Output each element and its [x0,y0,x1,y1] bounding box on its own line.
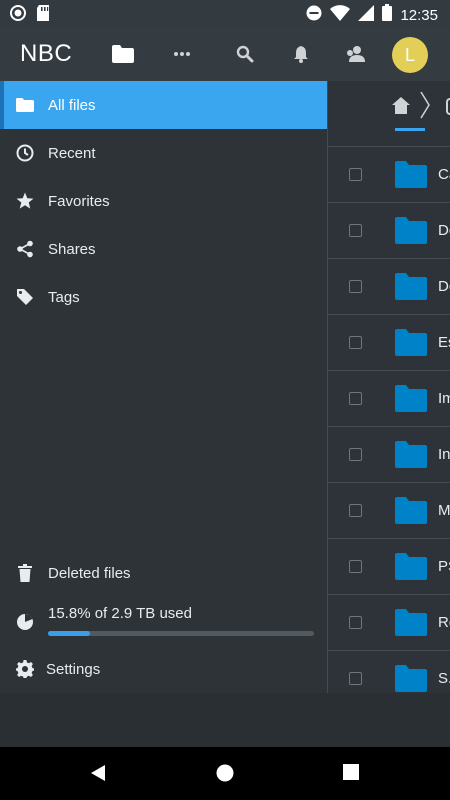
quota-text: 15.8% of 2.9 TB used [48,605,192,622]
row-checkbox[interactable] [349,672,362,685]
clock-time: 12:35 [400,6,438,24]
avatar-letter: L [404,44,415,65]
file-name: Im [438,390,450,407]
quota-pie-icon [16,613,34,636]
row-checkbox[interactable] [349,504,362,517]
file-row[interactable]: In [328,427,450,483]
row-checkbox[interactable] [349,616,362,629]
folder-icon [14,94,36,116]
nav-item-label: Settings [46,660,101,678]
quota-progress-fill [48,631,91,636]
file-name: S. [438,670,450,687]
do-not-disturb-icon [306,5,322,26]
contacts-icon[interactable] [343,41,369,67]
chevron-right-icon [420,91,430,124]
row-checkbox[interactable] [349,224,362,237]
file-row[interactable]: Do [328,259,450,315]
file-list: Ca Do Do Es Im In M [328,81,450,707]
search-icon[interactable] [232,41,258,67]
file-row[interactable]: Re [328,595,450,651]
quota-progress-bar [48,631,314,636]
app-header: NBC L [0,27,450,81]
nav-item-shares[interactable]: Shares [0,225,327,273]
row-checkbox[interactable] [349,448,362,461]
nav-item-label: Favorites [48,192,110,210]
folder-icon [395,329,427,361]
folder-icon [395,609,427,641]
brand-name[interactable]: NBC [20,40,72,68]
signal-icon [358,4,375,26]
avatar[interactable]: L [392,37,428,73]
nav-item-tags[interactable]: Tags [0,273,327,321]
file-row[interactable]: Ca [328,147,450,203]
file-row[interactable]: PS [328,539,450,595]
file-row[interactable]: Es [328,315,450,371]
file-name: M [438,502,450,519]
folder-icon [395,553,427,585]
folder-icon [395,441,427,473]
row-checkbox[interactable] [349,392,362,405]
bottom-area [0,693,450,747]
breadcrumb-active-indicator [395,128,425,131]
folder-icon [395,161,427,193]
folder-icon [395,497,427,529]
nav-item-favorites[interactable]: Favorites [0,177,327,225]
file-row[interactable]: Do [328,203,450,259]
row-checkbox[interactable] [349,280,362,293]
status-bar: 12:35 [0,0,450,27]
gear-icon [14,658,36,680]
star-icon [14,190,36,212]
file-name: Ca [438,166,450,183]
row-checkbox[interactable] [349,336,362,349]
file-row[interactable]: Im [328,371,450,427]
battery-icon [382,4,393,26]
nav-item-deleted-files[interactable]: Deleted files [0,549,327,597]
trash-icon [14,562,36,584]
folder-icon [395,385,427,417]
row-checkbox[interactable] [349,560,362,573]
clock-icon [14,142,36,164]
nav-item-label: All files [48,96,96,114]
notifications-icon[interactable] [288,41,314,67]
system-navigation-bar [0,747,450,800]
row-checkbox[interactable] [349,168,362,181]
file-name: Es [438,334,450,351]
recents-icon[interactable] [343,764,359,785]
folder-icon [395,217,427,249]
home-icon[interactable] [392,97,410,119]
nav-item-all-files[interactable]: All files [0,81,327,129]
share-icon [14,238,36,260]
nav-item-label: Deleted files [48,564,131,582]
file-name: PS [438,558,450,575]
wifi-icon [330,4,351,26]
breadcrumb-add-button[interactable] [446,98,450,115]
more-icon[interactable] [169,41,195,67]
home-button-icon[interactable] [216,764,234,787]
nav-item-recent[interactable]: Recent [0,129,327,177]
folder-icon [395,273,427,305]
file-name: In [438,446,450,463]
tag-icon [14,286,36,308]
file-row[interactable]: M [328,483,450,539]
nav-item-settings[interactable]: Settings [0,645,327,693]
file-name: Do [438,278,450,295]
file-name: Do [438,222,450,239]
main-content: Ca Do Do Es Im In M [0,81,450,707]
app-notification-icon [10,5,26,26]
nav-item-label: Recent [48,144,96,162]
navigation-drawer: All files Recent Favorites Shares Tags D… [0,81,328,693]
nav-item-label: Shares [48,240,96,258]
breadcrumb [328,81,450,147]
back-icon[interactable] [89,764,107,787]
folder-icon[interactable] [110,41,136,67]
nav-item-label: Tags [48,288,80,306]
sd-card-icon [36,5,50,26]
file-name: Re [438,614,450,631]
